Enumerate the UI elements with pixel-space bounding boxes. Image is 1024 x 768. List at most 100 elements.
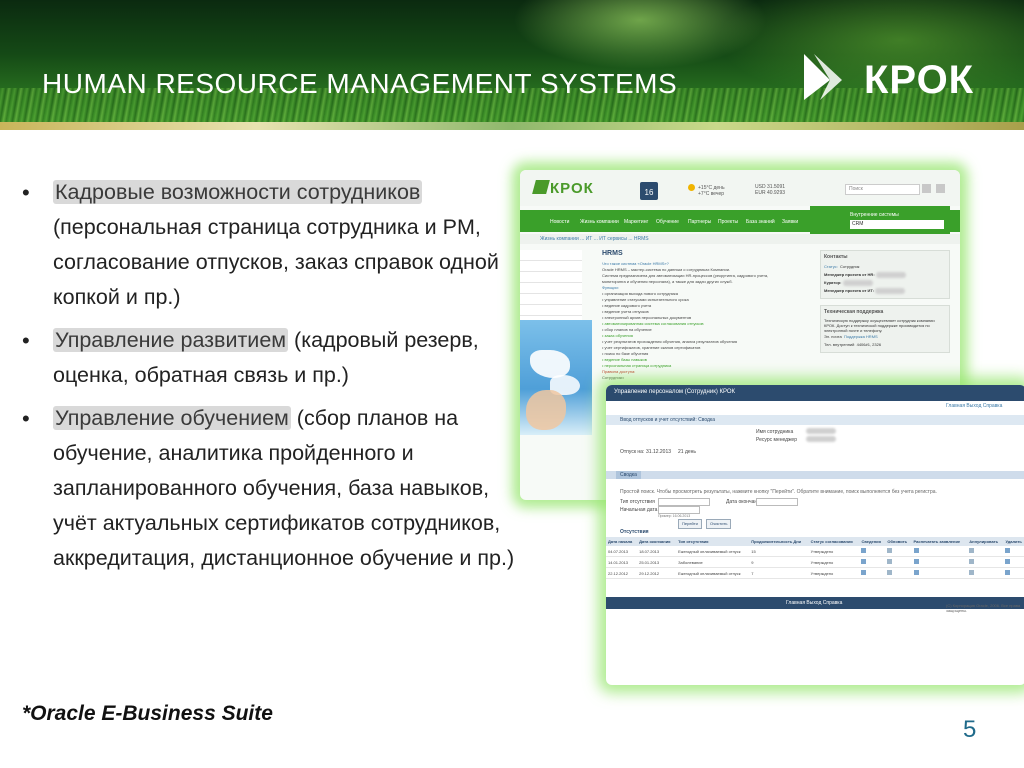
details-icon[interactable] bbox=[861, 570, 867, 575]
table-header[interactable]: Дата окончания bbox=[637, 537, 677, 546]
support-value: 4406#1, 2326 bbox=[856, 342, 882, 347]
print-icon[interactable] bbox=[913, 559, 919, 564]
table-cell bbox=[1003, 546, 1024, 557]
contact-label: Менеджер проекта от HR: bbox=[824, 272, 875, 277]
vacation-date-label: Отпуск на: bbox=[620, 449, 645, 455]
absence-top-links[interactable]: Главная Выход Справка bbox=[946, 403, 1002, 409]
table-header[interactable]: Продолжительность Дни bbox=[749, 537, 809, 546]
absence-screenshot: Управление персоналом (Сотрудник) КРОК Г… bbox=[606, 385, 1024, 685]
print-icon[interactable] bbox=[913, 570, 919, 575]
vacation-date-value: 31.12.2013 bbox=[646, 449, 672, 455]
table-cell bbox=[885, 546, 912, 557]
table-header[interactable]: Тип отсутствия bbox=[676, 537, 750, 546]
portal-search-button[interactable] bbox=[922, 184, 931, 193]
blurred-employee-name bbox=[806, 428, 836, 434]
portal-settings-icon[interactable] bbox=[936, 184, 945, 193]
delete-icon[interactable] bbox=[1005, 548, 1011, 553]
nav-item[interactable]: База знаний bbox=[746, 219, 775, 225]
update-icon[interactable] bbox=[887, 570, 893, 575]
portal-weather: +15°C день +7°C вечер bbox=[688, 184, 725, 197]
left-menu-item[interactable] bbox=[520, 272, 582, 283]
weather-day: +15°C день bbox=[698, 184, 725, 191]
details-icon[interactable] bbox=[861, 559, 867, 564]
cell-start: 04.07.2013 bbox=[606, 546, 638, 557]
nav-item[interactable]: Заявки bbox=[782, 219, 798, 225]
start-date-input[interactable] bbox=[658, 506, 700, 514]
portal-search-input[interactable]: Поиск bbox=[845, 184, 920, 195]
contact-value: Сотрудник bbox=[840, 264, 860, 269]
clear-button[interactable]: Очистить bbox=[706, 519, 732, 529]
cell-start: 14.01.2013 bbox=[606, 556, 638, 568]
absence-type-select[interactable] bbox=[658, 498, 710, 506]
left-menu-item[interactable] bbox=[520, 283, 582, 294]
bullet-heading: Управление обучением bbox=[53, 406, 291, 430]
contact-label: Куратор: bbox=[824, 280, 842, 285]
blurred-name bbox=[875, 271, 906, 278]
bullet-list: Кадровые возможности сотрудников (персон… bbox=[22, 175, 522, 584]
left-menu-item[interactable] bbox=[520, 305, 582, 316]
systems-select[interactable]: CRM bbox=[850, 220, 944, 229]
support-row: Эл. почта Поддержка HRMS bbox=[824, 333, 946, 341]
search-hint: Простой поиск. Чтобы просмотреть результ… bbox=[620, 489, 937, 495]
blurred-manager-name bbox=[806, 436, 836, 442]
page-number: 5 bbox=[963, 716, 977, 743]
sun-icon bbox=[688, 184, 695, 191]
nav-item[interactable]: Обучение bbox=[656, 219, 679, 225]
cell-type: Ежегодный оплачиваемый отпуск bbox=[676, 546, 750, 557]
resource-manager-label: Ресурс менеджер bbox=[756, 437, 797, 443]
update-icon[interactable] bbox=[887, 559, 893, 564]
cell-days: 7 bbox=[749, 567, 809, 579]
details-icon[interactable] bbox=[861, 548, 867, 553]
end-date-input[interactable] bbox=[756, 498, 798, 506]
tab-summary[interactable]: Сводка bbox=[616, 471, 641, 479]
table-cell bbox=[967, 546, 1004, 557]
cancel-icon[interactable] bbox=[969, 548, 975, 553]
contact-label: Менеджер проекта от ИТ: bbox=[824, 288, 875, 293]
support-value[interactable]: Поддержка HRMS bbox=[844, 334, 878, 339]
nav-item[interactable]: Партнеры bbox=[688, 219, 711, 225]
support-box: Техническая поддержка Техническую поддер… bbox=[820, 305, 950, 353]
cell-type: Заболевание bbox=[676, 556, 750, 568]
cancel-icon[interactable] bbox=[969, 570, 975, 575]
table-header: Обновить bbox=[885, 537, 912, 546]
delete-icon[interactable] bbox=[1005, 570, 1011, 575]
cancel-icon[interactable] bbox=[969, 559, 975, 564]
bullet-heading: Кадровые возможности сотрудников bbox=[53, 180, 423, 204]
portal-logo: КРОК bbox=[550, 180, 594, 197]
nav-item[interactable]: Новости bbox=[550, 219, 569, 225]
update-icon[interactable] bbox=[887, 548, 893, 553]
table-cell bbox=[911, 546, 968, 557]
map-hand bbox=[526, 390, 566, 430]
support-row: Тел. внутренний 4406#1, 2326 bbox=[824, 341, 946, 349]
contact-row: Менеджер проекта от ИТ: bbox=[824, 287, 946, 295]
print-icon[interactable] bbox=[913, 548, 919, 553]
portal-logo-icon bbox=[532, 180, 550, 194]
support-label: Эл. почта bbox=[824, 334, 842, 339]
left-menu-item[interactable] bbox=[520, 261, 582, 272]
bullet-text: (персональная страница сотрудника и PM, … bbox=[53, 215, 499, 309]
nav-item[interactable]: Маркетинг bbox=[624, 219, 648, 225]
nav-item[interactable]: Жизнь компании bbox=[580, 219, 619, 225]
nav-item[interactable]: Проекты bbox=[718, 219, 738, 225]
portal-systems: Внутренние системы CRM bbox=[810, 206, 950, 236]
portal-heading: HRMS bbox=[602, 250, 623, 257]
contact-label: Статус: bbox=[824, 264, 838, 269]
table-header[interactable]: Дата начала bbox=[606, 537, 638, 546]
table-cell bbox=[859, 556, 886, 568]
bullet-item: Управление развитием (кадровый резерв, о… bbox=[22, 323, 522, 393]
map-land bbox=[530, 350, 570, 378]
left-menu-item[interactable] bbox=[520, 294, 582, 305]
cell-start: 22.12.2012 bbox=[606, 567, 638, 579]
support-title: Техническая поддержка bbox=[824, 309, 884, 315]
table-cell bbox=[967, 567, 1004, 579]
table-header[interactable]: Статус согласования bbox=[808, 537, 860, 546]
absence-bottom-links[interactable]: Главная Выход Справка bbox=[786, 600, 842, 606]
portal-date-badge: 16 bbox=[640, 182, 658, 200]
portal-breadcrumb[interactable]: Жизнь компании ... ИТ ... ИТ сервисы ...… bbox=[520, 234, 960, 244]
absence-topbar: Управление персоналом (Сотрудник) КРОК bbox=[606, 385, 1024, 401]
bullet-item: Кадровые возможности сотрудников (персон… bbox=[22, 175, 522, 315]
delete-icon[interactable] bbox=[1005, 559, 1011, 564]
go-button[interactable]: Перейти bbox=[678, 519, 702, 529]
left-menu-item[interactable] bbox=[520, 250, 582, 261]
table-header: Удалить bbox=[1003, 537, 1024, 546]
